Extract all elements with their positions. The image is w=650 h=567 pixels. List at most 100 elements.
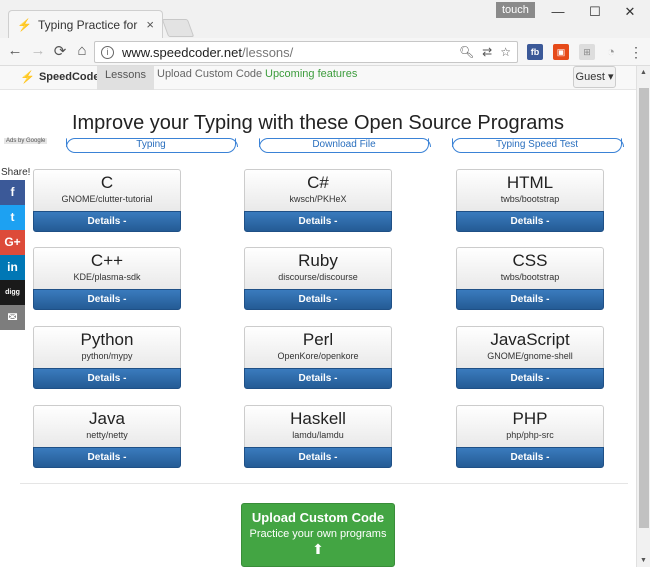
translate-icon[interactable]: ⇄ xyxy=(482,45,492,59)
lesson-card-header[interactable]: C# kwsch/PKHeX xyxy=(244,169,392,211)
email-icon[interactable]: ✉ xyxy=(0,305,25,330)
upload-subtitle: Practice your own programs xyxy=(249,528,387,540)
lesson-card: Python python/mypy Details - xyxy=(33,326,181,389)
lightning-favicon-icon: ⚡ xyxy=(17,17,32,32)
browser-titlebar: ⚡ Typing Practice for Programmers × touc… xyxy=(0,0,650,38)
scroll-thumb[interactable] xyxy=(639,88,649,528)
details-button[interactable]: Details - xyxy=(244,289,392,310)
page-scrollbar[interactable]: ▲ ▼ xyxy=(636,66,650,567)
ad-link-download-file[interactable]: Download File xyxy=(259,138,431,153)
upload-custom-code-button[interactable]: Upload Custom Code Practice your own pro… xyxy=(241,503,395,567)
new-tab-button[interactable] xyxy=(161,19,195,37)
details-button[interactable]: Details - xyxy=(33,447,181,468)
lesson-repo: kwsch/PKHeX xyxy=(289,194,347,204)
details-button[interactable]: Details - xyxy=(33,289,181,310)
lesson-repo: twbs/bootstrap xyxy=(500,272,560,282)
lesson-card-header[interactable]: Java netty/netty xyxy=(33,405,181,447)
lesson-card: C GNOME/clutter-tutorial Details - xyxy=(33,169,181,232)
page-title: Improve your Typing with these Open Sour… xyxy=(71,112,565,134)
details-button[interactable]: Details - xyxy=(456,289,604,310)
speed-extension-icon[interactable]: ◔ xyxy=(603,44,619,60)
details-button[interactable]: Details - xyxy=(244,368,392,389)
tab-close-icon[interactable]: × xyxy=(146,17,154,32)
lesson-card-header[interactable]: PHP php/php-src xyxy=(456,405,604,447)
lesson-card-header[interactable]: HTML twbs/bootstrap xyxy=(456,169,604,211)
lesson-language: Java xyxy=(89,409,125,428)
share-label: Share! xyxy=(1,167,31,178)
facebook-icon[interactable]: f xyxy=(0,180,25,205)
nav-upload-custom-code[interactable]: Upload Custom Code xyxy=(157,68,262,80)
close-window-button[interactable]: ✕ xyxy=(620,4,640,20)
lesson-card-header[interactable]: JavaScript GNOME/gnome-shell xyxy=(456,326,604,368)
lesson-card: Perl OpenKore/openkore Details - xyxy=(244,326,392,389)
lesson-language: CSS xyxy=(512,251,548,270)
facebook-extension-icon[interactable]: fb xyxy=(527,44,543,60)
lesson-card-header[interactable]: Haskell lamdu/lamdu xyxy=(244,405,392,447)
lesson-repo: twbs/bootstrap xyxy=(500,194,560,204)
lesson-repo: discourse/discourse xyxy=(278,272,358,282)
lesson-card: C# kwsch/PKHeX Details - xyxy=(244,169,392,232)
details-button[interactable]: Details - xyxy=(456,211,604,232)
lesson-repo: GNOME/clutter-tutorial xyxy=(61,194,153,204)
google-plus-icon[interactable]: G+ xyxy=(0,230,25,255)
lesson-repo: lamdu/lamdu xyxy=(292,430,344,440)
browser-menu-icon[interactable]: ⋮ xyxy=(628,44,644,60)
extension-icon[interactable]: ⊞ xyxy=(579,44,595,60)
lesson-card-header[interactable]: Ruby discourse/discourse xyxy=(244,247,392,289)
browser-tab[interactable]: ⚡ Typing Practice for Programmers × xyxy=(8,10,163,38)
zoom-icon[interactable]: 🔍︎ xyxy=(459,45,474,59)
lesson-language: HTML xyxy=(506,173,554,192)
upload-icon: ⬆ xyxy=(312,541,324,557)
touch-mode-label: touch xyxy=(496,2,535,18)
lesson-card-header[interactable]: C++ KDE/plasma-sdk xyxy=(33,247,181,289)
ads-label[interactable]: Ads by Google xyxy=(4,138,48,144)
ad-link-typing-speed-test[interactable]: Typing Speed Test xyxy=(452,138,624,153)
lesson-language: PHP xyxy=(512,409,548,428)
details-button[interactable]: Details - xyxy=(33,368,181,389)
details-button[interactable]: Details - xyxy=(244,211,392,232)
details-button[interactable]: Details - xyxy=(244,447,392,468)
bookmark-star-icon[interactable]: ☆ xyxy=(500,45,511,59)
ad-link-typing[interactable]: Typing xyxy=(66,138,238,153)
home-icon[interactable]: ⌂ xyxy=(73,42,91,59)
lesson-card-header[interactable]: C GNOME/clutter-tutorial xyxy=(33,169,181,211)
site-navbar: ⚡ SpeedCoder Lessons Upload Custom Code … xyxy=(0,66,636,90)
minimize-button[interactable]: — xyxy=(548,4,568,19)
info-icon[interactable]: i xyxy=(101,45,114,59)
lesson-repo: OpenKore/openkore xyxy=(277,351,359,361)
divider xyxy=(20,483,628,484)
lesson-repo: php/php-src xyxy=(506,430,554,440)
twitter-icon[interactable]: t xyxy=(0,205,25,230)
scroll-up-icon[interactable]: ▲ xyxy=(640,69,647,76)
lesson-language: Ruby xyxy=(298,251,338,270)
guest-dropdown[interactable]: Guest ▾ xyxy=(573,66,616,88)
nav-upcoming-features[interactable]: Upcoming features xyxy=(265,68,357,80)
forward-icon[interactable]: → xyxy=(29,42,47,59)
lesson-repo: netty/netty xyxy=(86,430,128,440)
digg-icon[interactable]: digg xyxy=(0,280,25,305)
lesson-language: Perl xyxy=(302,330,334,349)
guest-label: Guest xyxy=(575,71,605,83)
address-bar[interactable]: i www.speedcoder.net /lessons/ 🔍︎ ⇄ ☆ xyxy=(94,41,518,63)
details-button[interactable]: Details - xyxy=(456,368,604,389)
nav-lessons[interactable]: Lessons xyxy=(97,66,154,90)
details-button[interactable]: Details - xyxy=(456,447,604,468)
main-content: Improve your Typing with these Open Sour… xyxy=(0,90,636,567)
linkedin-icon[interactable]: in xyxy=(0,255,25,280)
reload-icon[interactable]: ⟳ xyxy=(51,42,69,60)
brand-link[interactable]: ⚡ SpeedCoder xyxy=(20,70,104,84)
office-extension-icon[interactable]: ▣ xyxy=(553,44,569,60)
lesson-card: PHP php/php-src Details - xyxy=(456,405,604,468)
lesson-card-header[interactable]: Python python/mypy xyxy=(33,326,181,368)
lesson-card: JavaScript GNOME/gnome-shell Details - xyxy=(456,326,604,389)
lesson-card-header[interactable]: Perl OpenKore/openkore xyxy=(244,326,392,368)
back-icon[interactable]: ← xyxy=(6,42,24,59)
maximize-button[interactable]: ☐ xyxy=(585,4,605,20)
lightning-logo-icon: ⚡ xyxy=(20,70,35,84)
scroll-down-icon[interactable]: ▼ xyxy=(640,557,647,564)
lesson-card-header[interactable]: CSS twbs/bootstrap xyxy=(456,247,604,289)
lesson-repo: GNOME/gnome-shell xyxy=(487,351,573,361)
lesson-card: Haskell lamdu/lamdu Details - xyxy=(244,405,392,468)
url-host: www.speedcoder.net xyxy=(122,44,242,60)
details-button[interactable]: Details - xyxy=(33,211,181,232)
